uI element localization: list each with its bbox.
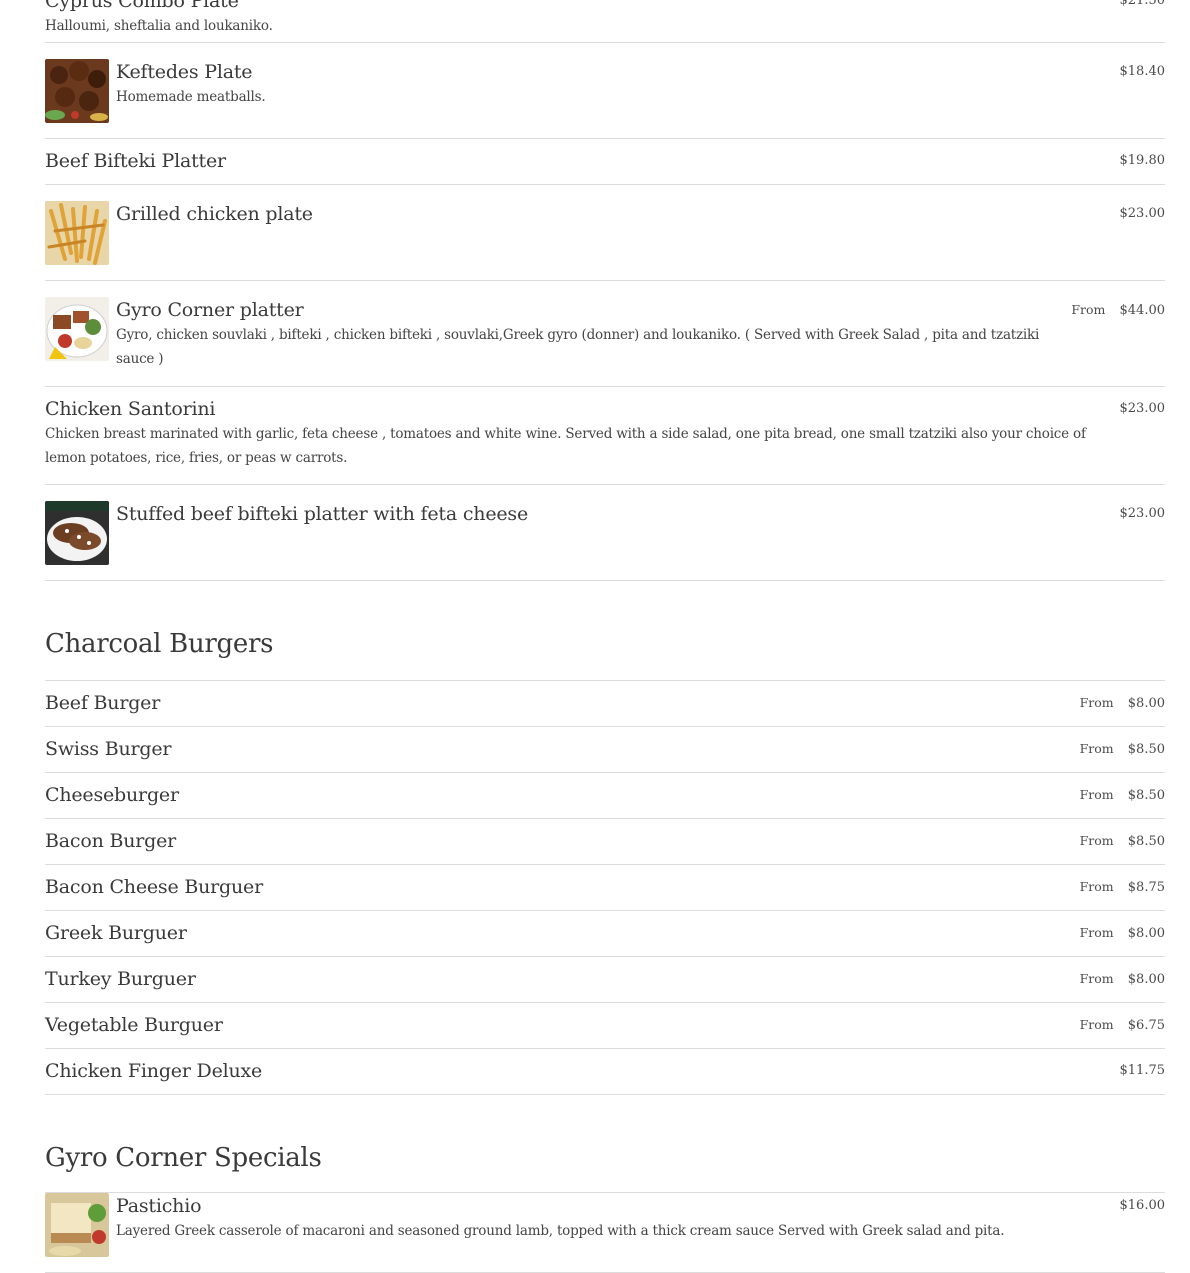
item-price: $23.00 bbox=[1119, 401, 1166, 416]
price-from-label: From bbox=[1079, 833, 1114, 848]
menu-item[interactable]: Vegetable Burguer From $6.75 bbox=[45, 1003, 1165, 1049]
menu-item[interactable]: Cheeseburger From $8.50 bbox=[45, 773, 1165, 819]
item-name: Cheeseburger bbox=[45, 784, 179, 806]
menu-item[interactable]: Beef Bifteki Platter $19.80 bbox=[45, 139, 1165, 185]
item-photo-meatballs bbox=[45, 59, 109, 123]
menu-section-platters: Cyprus Combo Plate Halloumi, sheftalia a… bbox=[45, 0, 1165, 581]
item-price-box: $21.50 bbox=[1120, 0, 1166, 14]
item-price-box: From $8.00 bbox=[1080, 920, 1165, 947]
item-price-box: From $6.75 bbox=[1080, 1012, 1165, 1039]
price-from-label: From bbox=[1079, 787, 1114, 802]
item-name: Beef Bifteki Platter bbox=[45, 150, 226, 172]
item-price: $8.00 bbox=[1127, 696, 1165, 711]
item-price: $8.00 bbox=[1127, 972, 1165, 987]
item-name: Chicken Santorini bbox=[45, 398, 216, 420]
item-name: Bacon Cheese Burguer bbox=[45, 876, 263, 898]
item-name: Stuffed beef bifteki platter with feta c… bbox=[116, 503, 528, 525]
menu-item[interactable]: Chicken Santorini Chicken breast marinat… bbox=[45, 387, 1165, 485]
item-description: Homemade meatballs. bbox=[116, 89, 266, 105]
item-price-box: $18.40 bbox=[1120, 59, 1166, 85]
item-price: $23.00 bbox=[1119, 206, 1166, 221]
menu-item[interactable]: Bacon Cheese Burguer From $8.75 bbox=[45, 865, 1165, 911]
item-photo-platter bbox=[45, 297, 109, 361]
item-price: $21.50 bbox=[1119, 0, 1166, 8]
menu-item[interactable]: Cyprus Combo Plate Halloumi, sheftalia a… bbox=[45, 0, 1165, 43]
item-name: Grilled chicken plate bbox=[116, 203, 313, 225]
price-from-label: From bbox=[1079, 695, 1114, 710]
item-name: Gyro Corner platter bbox=[116, 299, 304, 321]
menu-item[interactable]: Pastichio Layered Greek casserole of mac… bbox=[45, 1192, 1165, 1273]
item-price: $8.50 bbox=[1127, 742, 1165, 757]
item-price-box: From $8.75 bbox=[1080, 874, 1165, 901]
menu-item[interactable]: Turkey Burguer From $8.00 bbox=[45, 957, 1165, 1003]
item-price-box: From $8.50 bbox=[1080, 828, 1165, 855]
item-price: $8.50 bbox=[1127, 834, 1165, 849]
price-from-label: From bbox=[1079, 971, 1114, 986]
item-name: Chicken Finger Deluxe bbox=[45, 1060, 263, 1082]
item-price: $8.00 bbox=[1127, 926, 1165, 941]
item-price-box: From $8.50 bbox=[1080, 736, 1165, 763]
price-from-label: From bbox=[1079, 741, 1114, 756]
item-price-box: From $8.00 bbox=[1080, 966, 1165, 993]
item-description: Gyro, chicken souvlaki , bifteki , chick… bbox=[116, 327, 1040, 367]
item-price: $23.00 bbox=[1119, 506, 1166, 521]
menu-item[interactable]: Swiss Burger From $8.50 bbox=[45, 727, 1165, 773]
item-name: Bacon Burger bbox=[45, 830, 177, 852]
item-price-box: $11.75 bbox=[1120, 1058, 1166, 1084]
item-price: $44.00 bbox=[1119, 303, 1166, 318]
item-name: Greek Burguer bbox=[45, 922, 187, 944]
item-name: Keftedes Plate bbox=[116, 61, 253, 83]
item-price: $8.75 bbox=[1127, 880, 1165, 895]
item-name: Turkey Burguer bbox=[45, 968, 196, 990]
item-price-box: $23.00 bbox=[1120, 396, 1166, 422]
item-price-box: From $8.50 bbox=[1080, 782, 1165, 809]
item-name: Swiss Burger bbox=[45, 738, 172, 760]
item-price: $11.75 bbox=[1119, 1063, 1166, 1078]
menu-item[interactable]: Bacon Burger From $8.50 bbox=[45, 819, 1165, 865]
item-price-box: $19.80 bbox=[1120, 148, 1166, 174]
price-from-label: From bbox=[1079, 1017, 1114, 1032]
menu-item[interactable]: Chicken Finger Deluxe $11.75 bbox=[45, 1049, 1165, 1095]
item-price-box: From $44.00 bbox=[1071, 297, 1165, 324]
item-price: $18.40 bbox=[1119, 64, 1166, 79]
section-title: Gyro Corner Specials bbox=[45, 1143, 322, 1173]
item-price-box: $16.00 bbox=[1120, 1193, 1166, 1219]
section-title: Charcoal Burgers bbox=[45, 629, 274, 659]
item-name: Cyprus Combo Plate bbox=[45, 0, 239, 12]
item-name: Beef Burger bbox=[45, 692, 161, 714]
menu-item[interactable]: Grilled chicken plate $23.00 bbox=[45, 185, 1165, 281]
menu-item[interactable]: Greek Burguer From $8.00 bbox=[45, 911, 1165, 957]
price-from-label: From bbox=[1079, 879, 1114, 894]
item-price: $6.75 bbox=[1127, 1018, 1165, 1033]
item-name: Pastichio bbox=[116, 1195, 202, 1217]
price-from-label: From bbox=[1079, 925, 1114, 940]
item-price: $8.50 bbox=[1127, 788, 1165, 803]
item-description: Halloumi, sheftalia and loukaniko. bbox=[45, 18, 273, 34]
item-price-box: $23.00 bbox=[1120, 501, 1166, 527]
menu-item[interactable]: Beef Burger From $8.00 bbox=[45, 680, 1165, 727]
menu-item[interactable]: Keftedes Plate Homemade meatballs. $18.4… bbox=[45, 43, 1165, 139]
menu-section-gyro-corner-specials: Gyro Corner Specials Pastichio Layered G… bbox=[45, 1142, 1165, 1273]
price-from-label: From bbox=[1071, 302, 1106, 317]
menu-item[interactable]: Stuffed beef bifteki platter with feta c… bbox=[45, 485, 1165, 581]
item-description: Chicken breast marinated with garlic, fe… bbox=[45, 426, 1086, 466]
item-photo-bifteki bbox=[45, 501, 109, 565]
item-description: Layered Greek casserole of macaroni and … bbox=[116, 1223, 1005, 1239]
item-price-box: From $8.00 bbox=[1080, 690, 1165, 717]
menu-item[interactable]: Gyro Corner platter Gyro, chicken souvla… bbox=[45, 281, 1165, 387]
item-photo-fries bbox=[45, 201, 109, 265]
menu-list: Cyprus Combo Plate Halloumi, sheftalia a… bbox=[45, 0, 1165, 1273]
item-name: Vegetable Burguer bbox=[45, 1014, 223, 1036]
item-photo-pastichio bbox=[45, 1193, 109, 1257]
item-price: $19.80 bbox=[1119, 153, 1166, 168]
menu-section-charcoal-burgers: Charcoal Burgers Beef Burger From $8.00 … bbox=[45, 628, 1165, 1095]
item-price-box: $23.00 bbox=[1120, 201, 1166, 227]
item-price: $16.00 bbox=[1119, 1198, 1166, 1213]
